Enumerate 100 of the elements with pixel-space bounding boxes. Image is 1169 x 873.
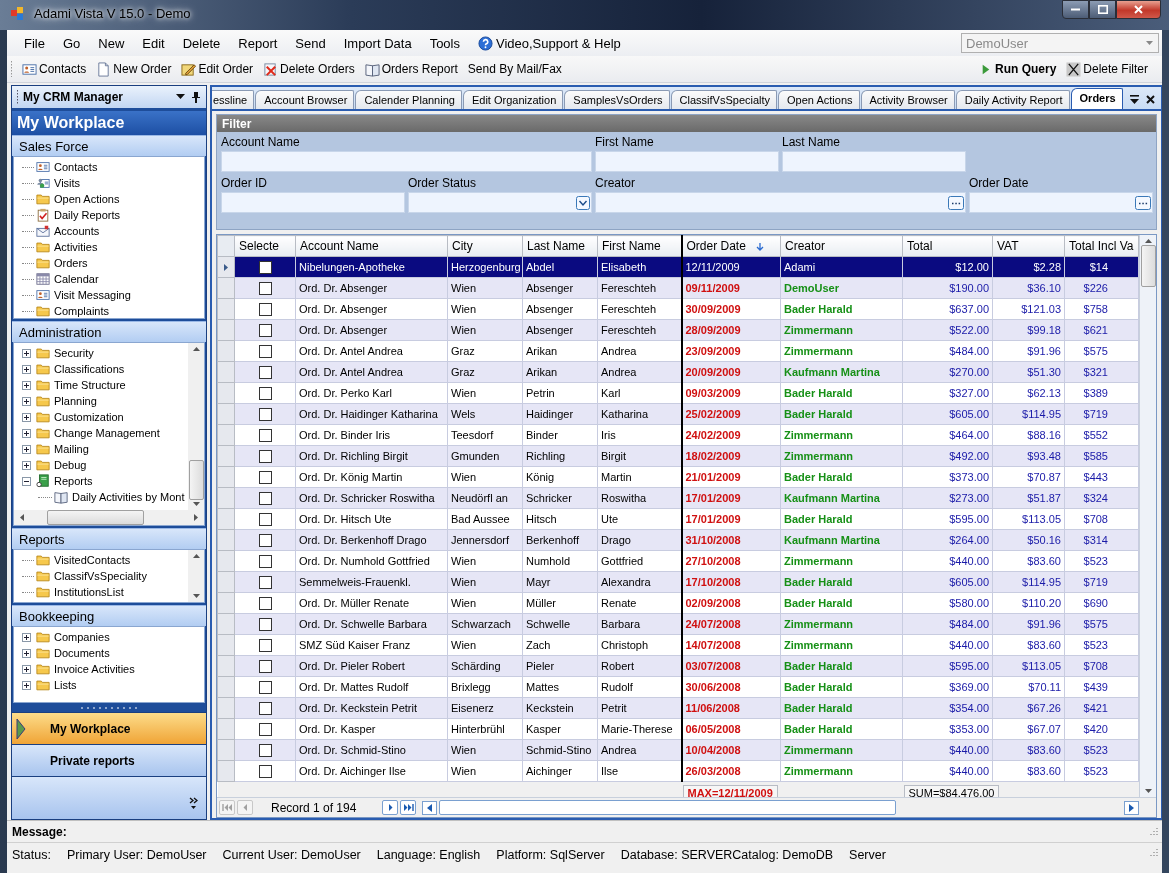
- checkbox[interactable]: [258, 743, 272, 757]
- scrollbar-thumb[interactable]: [1140, 245, 1156, 287]
- menu-item[interactable]: Video,Support & Help: [469, 33, 630, 53]
- checkbox[interactable]: [258, 470, 272, 484]
- table-row[interactable]: Ord. Dr. Richling Birgit Gmunden Richling Birgit 18/02/2009 Zimmermann $492.00 $93.48 $585: [217, 445, 1139, 467]
- section-header[interactable]: Bookkeeping: [12, 605, 206, 626]
- input-field[interactable]: [595, 192, 966, 213]
- checkbox[interactable]: [258, 281, 272, 295]
- tree-item[interactable]: Change Management: [35, 426, 160, 440]
- checkbox[interactable]: [258, 449, 272, 463]
- tree-item[interactable]: Planning: [35, 394, 97, 408]
- checkbox[interactable]: [258, 302, 272, 316]
- vertical-scrollbar[interactable]: [1139, 235, 1156, 797]
- tree-item[interactable]: Mailing: [35, 442, 89, 456]
- table-row[interactable]: Ord. Dr. Schricker Roswitha Neudörfl an Schricker Roswitha 17/01/2009 Kaufmann Martina $273.00 $51.87 $324: [217, 487, 1139, 509]
- tree-item[interactable]: Invoice Activities: [35, 662, 135, 676]
- menu-item[interactable]: New: [89, 33, 134, 53]
- table-row[interactable]: Ord. Dr. Berkenhoff Drago Jennersdorf Berkenhoff Drago 31/10/2008 Kaufmann Martina $264.00 $50.16 $314: [217, 529, 1139, 551]
- horizontal-scrollbar[interactable]: [14, 510, 204, 525]
- table-row[interactable]: Ord. Dr. Antel Andrea Graz Arikan Andrea 20/09/2009 Kaufmann Martina $270.00 $51.30 $321: [217, 361, 1139, 383]
- maximize-button[interactable]: [1089, 0, 1116, 19]
- expand-icon[interactable]: [22, 348, 31, 358]
- tree-item[interactable]: Debug: [35, 458, 87, 472]
- column-header[interactable]: Total Incl Va: [1064, 235, 1139, 257]
- expand-icon[interactable]: [22, 412, 31, 422]
- tree-item[interactable]: Visits: [35, 176, 81, 190]
- checkbox[interactable]: [258, 365, 272, 379]
- table-row[interactable]: Ord. Dr. Pieler Robert Schärding Pieler Robert 03/07/2008 Bader Harald $595.00 $113.05 $708: [217, 655, 1139, 677]
- tab[interactable]: Activity Browser: [860, 90, 955, 109]
- tab[interactable]: ClassifVsSpecialty: [670, 90, 778, 109]
- table-row[interactable]: Ord. Dr. Schmid-Stino Wien Schmid-Stino Andrea 10/04/2008 Zimmermann $440.00 $83.60 $523: [217, 739, 1139, 761]
- expand-icon[interactable]: [22, 664, 31, 674]
- tree-item[interactable]: InstitutionsList: [35, 585, 124, 599]
- checkbox[interactable]: [258, 680, 272, 694]
- tree-item[interactable]: Daily Activities by Mont: [53, 490, 185, 504]
- column-header[interactable]: Order Date: [681, 235, 781, 257]
- checkbox[interactable]: [258, 659, 272, 673]
- checkbox[interactable]: [258, 701, 272, 715]
- tree-item[interactable]: Lists: [35, 678, 77, 692]
- tab[interactable]: Daily Activity Report: [955, 90, 1070, 109]
- tree-item[interactable]: Activities: [35, 240, 98, 254]
- minimize-button[interactable]: [1062, 0, 1089, 19]
- checkbox[interactable]: [258, 596, 272, 610]
- menu-item[interactable]: Report: [229, 33, 287, 53]
- last-page-button[interactable]: [400, 800, 417, 815]
- menu-item[interactable]: Import Data: [334, 33, 421, 53]
- input-field[interactable]: [221, 151, 592, 172]
- tree-item[interactable]: Complaints: [35, 304, 110, 318]
- column-header[interactable]: Selecte: [234, 235, 296, 257]
- input-field[interactable]: [595, 151, 779, 172]
- tree-item[interactable]: Customization: [35, 410, 124, 424]
- tree-item[interactable]: Daily Reports: [35, 208, 121, 222]
- section-header[interactable]: Reports: [12, 528, 206, 549]
- menu-item[interactable]: Go: [53, 33, 90, 53]
- tree-item[interactable]: ClassifVsSpeciality: [35, 569, 147, 583]
- checkbox[interactable]: [258, 512, 272, 526]
- expand-icon[interactable]: [22, 364, 31, 374]
- vertical-scrollbar[interactable]: [188, 343, 204, 510]
- table-row[interactable]: Ord. Dr. Haidinger Katharina Wels Haidinger Katharina 25/02/2009 Bader Harald $605.00 $114.95 $719: [217, 403, 1139, 425]
- tree-item[interactable]: Security: [35, 346, 94, 360]
- checkbox[interactable]: [258, 386, 272, 400]
- table-row[interactable]: Nibelungen-Apotheke Herzogenburg Abdel Elisabeth 12/11/2009 Adami $12.00 $2.28 $14: [217, 256, 1139, 278]
- tree-item[interactable]: Documents: [35, 646, 110, 660]
- section-header[interactable]: Administration: [12, 321, 206, 342]
- tab[interactable]: Edit Organization: [462, 90, 564, 109]
- expand-icon[interactable]: [22, 476, 31, 486]
- expand-icon[interactable]: [22, 380, 31, 390]
- nav-overflow-bar[interactable]: [12, 776, 206, 819]
- input-field[interactable]: [782, 151, 966, 172]
- input-field[interactable]: [221, 192, 405, 213]
- checkbox[interactable]: [258, 533, 272, 547]
- scrollbar-thumb[interactable]: [47, 510, 144, 525]
- column-header[interactable]: VAT: [992, 235, 1065, 257]
- expand-icon[interactable]: [22, 428, 31, 438]
- expand-icon[interactable]: [22, 396, 31, 406]
- tab[interactable]: Account Browser: [255, 90, 355, 109]
- tree-item[interactable]: Orders: [35, 256, 88, 270]
- checkbox[interactable]: [258, 323, 272, 337]
- vertical-scrollbar[interactable]: [188, 550, 204, 602]
- checkbox[interactable]: [258, 407, 272, 421]
- scrollbar-thumb[interactable]: [188, 460, 204, 500]
- table-row[interactable]: Ord. Dr. Absenger Wien Absenger Fereschteh 28/09/2009 Zimmermann $522.00 $99.18 $621: [217, 319, 1139, 341]
- tree-item[interactable]: Contacts: [35, 160, 98, 174]
- nav-button[interactable]: Private reports: [12, 744, 206, 776]
- close-button[interactable]: [1116, 0, 1161, 19]
- checkbox[interactable]: [258, 638, 272, 652]
- toolbar-button[interactable]: New Order: [92, 59, 176, 79]
- scrollbar-thumb[interactable]: [439, 800, 897, 815]
- menu-item[interactable]: Send: [286, 33, 335, 53]
- menu-item[interactable]: File: [15, 33, 54, 53]
- input-field[interactable]: [408, 192, 592, 213]
- expand-icon[interactable]: [22, 460, 31, 470]
- table-row[interactable]: Ord. Dr. Absenger Wien Absenger Fereschteh 09/11/2009 DemoUser $190.00 $36.10 $226: [217, 277, 1139, 299]
- checkbox[interactable]: [258, 764, 272, 778]
- next-page-button[interactable]: [382, 800, 399, 815]
- tree-item[interactable]: Classifications: [35, 362, 125, 376]
- expand-icon[interactable]: [22, 632, 31, 642]
- checkbox[interactable]: [258, 344, 272, 358]
- tree-item[interactable]: Open Actions: [35, 192, 120, 206]
- horizontal-scrollbar[interactable]: [422, 800, 1139, 815]
